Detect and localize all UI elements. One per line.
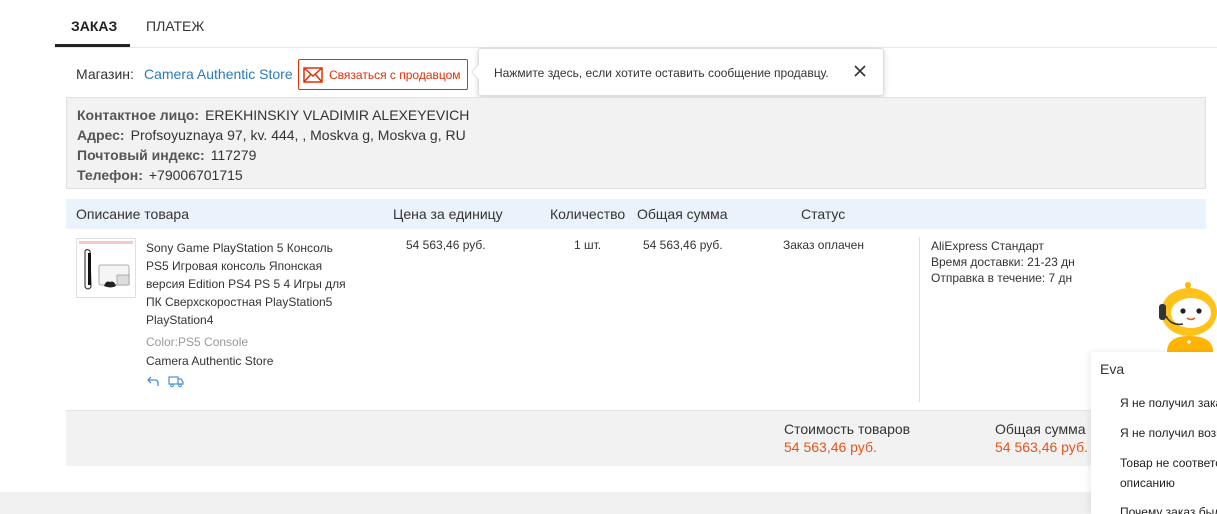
total-label: Общая сумма [995, 421, 1086, 437]
mail-icon [303, 66, 323, 83]
product-title[interactable]: Sony Game PlayStation 5 Консоль PS5 Игро… [146, 239, 356, 329]
assistant-name: Eva [1100, 361, 1125, 377]
active-tab-indicator [55, 44, 130, 47]
order-status: Заказ оплачен [783, 238, 864, 252]
assistant-avatar-icon[interactable] [1157, 280, 1217, 352]
tab-order[interactable]: ЗАКАЗ [71, 18, 117, 34]
product-actions [146, 374, 184, 390]
delivery-truck-icon[interactable] [168, 374, 184, 390]
store-label: Магазин: [76, 66, 134, 82]
quantity: 1 шт. [574, 238, 602, 252]
dispatch-time: Отправка в течение: 7 дн [931, 271, 1073, 285]
header-unit-price: Цена за единицу [393, 206, 503, 222]
close-icon[interactable] [853, 64, 867, 78]
zip-row: Почтовый индекс: 117279 [77, 147, 257, 163]
shipping-address-block: Контактное лицо: EREKHINSKIY VLADIMIR ALE… [66, 97, 1206, 189]
tooltip-text: Нажмите здесь, если хотите оставить сооб… [494, 66, 829, 80]
goods-cost-label: Стоимость товаров [784, 421, 911, 437]
header-status: Статус [801, 206, 846, 222]
delivery-time: Время доставки: 21-23 дн [931, 255, 1075, 269]
address-row: Адрес: Profsoyuznaya 97, kv. 444, , Moskv… [77, 127, 466, 143]
contact-person-value: EREKHINSKIY VLADIMIR ALEXEYEVICH [205, 107, 470, 123]
header-quantity: Количество [550, 206, 626, 222]
contact-seller-button[interactable]: Связаться с продавцом [298, 59, 468, 90]
store-link[interactable]: Camera Authentic Store [144, 66, 293, 82]
total-value: 54 563,46 руб. [995, 439, 1088, 455]
assistant-question[interactable]: Почему заказ был [1120, 502, 1217, 514]
tab-payment[interactable]: ПЛАТЕЖ [146, 18, 204, 34]
product-store[interactable]: Camera Authentic Store [146, 354, 273, 368]
contact-seller-label: Связаться с продавцом [329, 67, 461, 82]
order-tabs: ЗАКАЗ ПЛАТЕЖ [55, 0, 1217, 48]
shipping-info: AliExpress Стандарт Время доставки: 21-2… [931, 238, 1075, 286]
zip-value: 117279 [210, 147, 257, 163]
assistant-question[interactable]: Я не получил заказ [1120, 393, 1217, 413]
assistant-question-continued[interactable]: описанию [1120, 473, 1175, 493]
assistant-question[interactable]: Я не получил возврат [1120, 423, 1217, 443]
header-total: Общая сумма [637, 206, 728, 222]
assistant-question[interactable]: Товар не соответствует [1120, 453, 1217, 473]
column-divider [919, 237, 920, 402]
product-color: Color:PS5 Console [146, 335, 249, 349]
contact-person-row: Контактное лицо: EREKHINSKIY VLADIMIR ALE… [77, 107, 470, 123]
order-summary: Стоимость товаров 54 563,46 руб. Общая с… [66, 410, 1206, 466]
header-description: Описание товара [76, 206, 189, 222]
phone-row: Телефон: +79006701715 [77, 167, 243, 183]
item-total: 54 563,46 руб. [643, 238, 723, 252]
phone-value: +79006701715 [148, 167, 243, 183]
unit-price: 54 563,46 руб. [406, 238, 486, 252]
goods-cost-value: 54 563,46 руб. [784, 439, 877, 455]
contact-tooltip: Нажмите здесь, если хотите оставить сооб… [471, 48, 884, 96]
assistant-panel: Eva Я не получил заказ Я не получил возв… [1091, 352, 1217, 514]
address-value: Profsoyuznaya 97, kv. 444, , Moskva g, M… [130, 127, 466, 143]
product-image[interactable] [76, 238, 136, 298]
return-icon[interactable] [146, 374, 160, 390]
items-table-header: Описание товара Цена за единицу Количест… [66, 199, 1206, 229]
footer-band [0, 492, 1217, 514]
shipping-method: AliExpress Стандарт [931, 239, 1044, 253]
